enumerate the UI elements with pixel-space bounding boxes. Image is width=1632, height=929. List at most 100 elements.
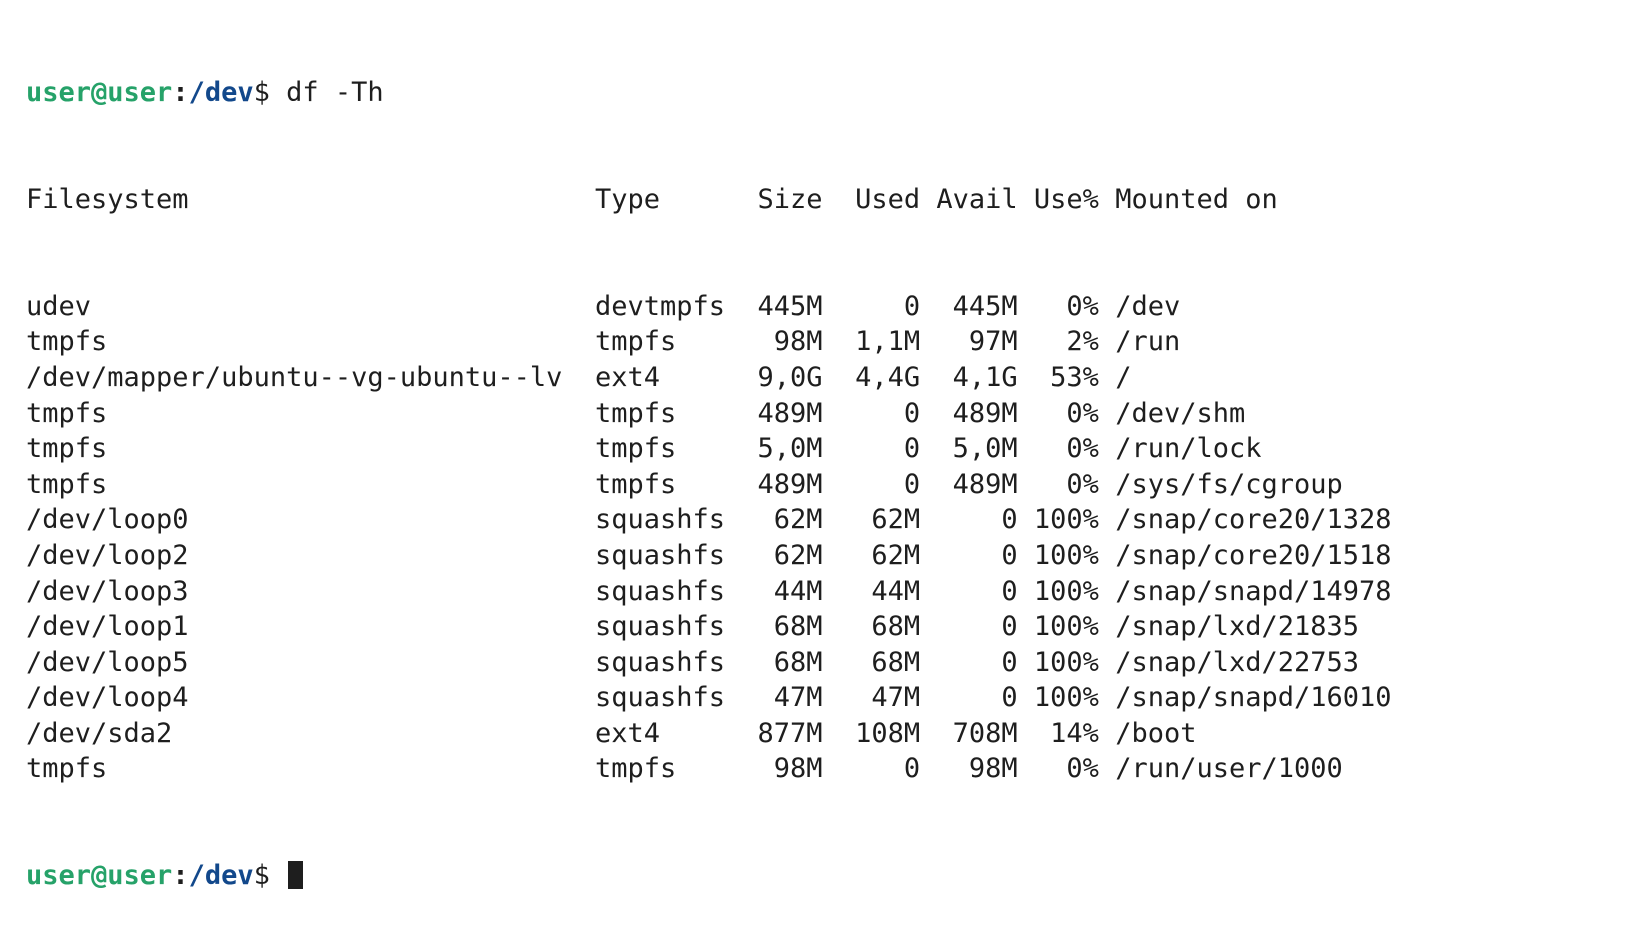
cell-filesystem: /dev/mapper/ubuntu--vg-ubuntu--lv <box>26 361 579 393</box>
prompt-colon: : <box>172 860 189 892</box>
cell-size: 877M <box>741 717 823 749</box>
cell-size: 62M <box>741 504 823 536</box>
cell-filesystem: /dev/loop3 <box>26 575 579 607</box>
cell-used: 0 <box>838 433 921 465</box>
cell-mounted-on: /snap/snapd/14978 <box>1115 575 1392 607</box>
cell-size: 47M <box>741 682 823 714</box>
cell-filesystem: tmpfs <box>26 326 579 358</box>
cell-size: 62M <box>741 539 823 571</box>
cell-mounted-on: /snap/core20/1328 <box>1115 504 1392 536</box>
header-size: Size <box>741 183 823 215</box>
cell-filesystem: /dev/loop5 <box>26 646 579 678</box>
command-text: df -Th <box>286 77 384 109</box>
active-prompt-line[interactable]: user@user:/dev$ <box>26 858 1392 894</box>
prompt-path: /dev <box>188 860 254 892</box>
header-filesystem: Filesystem <box>26 183 579 215</box>
cell-filesystem: tmpfs <box>26 468 579 500</box>
table-row: /dev/loop3 squashfs 44M 44M 0 100% /snap… <box>26 574 1392 610</box>
cell-type: squashfs <box>594 682 725 714</box>
cell-type: ext4 <box>594 361 725 393</box>
cell-use-pct: 0% <box>1033 468 1099 500</box>
cell-type: tmpfs <box>594 397 725 429</box>
cell-size: 9,0G <box>741 361 823 393</box>
cell-type: ext4 <box>594 717 725 749</box>
cell-used: 1,1M <box>838 326 921 358</box>
command-line: user@user:/dev$ df -Th <box>26 75 1392 111</box>
table-row: /dev/loop5 squashfs 68M 68M 0 100% /snap… <box>26 645 1392 681</box>
cell-mounted-on: /run/user/1000 <box>1115 753 1343 785</box>
cell-type: tmpfs <box>594 753 725 785</box>
cell-mounted-on: /sys/fs/cgroup <box>1115 468 1343 500</box>
cell-avail: 445M <box>936 290 1018 322</box>
table-row: /dev/loop1 squashfs 68M 68M 0 100% /snap… <box>26 609 1392 645</box>
cell-type: tmpfs <box>594 433 725 465</box>
cell-size: 489M <box>741 397 823 429</box>
cell-avail: 0 <box>936 539 1018 571</box>
cell-type: squashfs <box>594 539 725 571</box>
header-use-pct: Use% <box>1033 183 1099 215</box>
cell-used: 62M <box>838 539 921 571</box>
cell-type: tmpfs <box>594 326 725 358</box>
cell-used: 0 <box>838 397 921 429</box>
cell-use-pct: 100% <box>1033 682 1099 714</box>
prompt-user-host: user@user <box>26 77 173 109</box>
cell-size: 98M <box>741 753 823 785</box>
cell-avail: 489M <box>936 397 1018 429</box>
table-row: tmpfs tmpfs 5,0M 0 5,0M 0% /run/lock <box>26 431 1392 467</box>
cell-use-pct: 0% <box>1033 290 1099 322</box>
table-row: tmpfs tmpfs 98M 1,1M 97M 2% /run <box>26 324 1392 360</box>
df-table-body: udev devtmpfs 445M 0 445M 0% /dev tmpfs t… <box>26 289 1392 787</box>
cell-used: 62M <box>838 504 921 536</box>
cell-avail: 0 <box>936 504 1018 536</box>
cell-type: squashfs <box>594 504 725 536</box>
cell-size: 489M <box>741 468 823 500</box>
cell-used: 68M <box>838 611 921 643</box>
cell-size: 445M <box>741 290 823 322</box>
cell-use-pct: 100% <box>1033 539 1099 571</box>
cell-mounted-on: /run <box>1115 326 1181 358</box>
cell-mounted-on: / <box>1115 361 1132 393</box>
cell-filesystem: tmpfs <box>26 753 579 785</box>
header-type: Type <box>594 183 725 215</box>
cell-avail: 489M <box>936 468 1018 500</box>
cell-use-pct: 100% <box>1033 575 1099 607</box>
table-row: udev devtmpfs 445M 0 445M 0% /dev <box>26 289 1392 325</box>
table-row: /dev/loop0 squashfs 62M 62M 0 100% /snap… <box>26 502 1392 538</box>
table-row: /dev/sda2 ext4 877M 108M 708M 14% /boot <box>26 716 1392 752</box>
cell-filesystem: /dev/loop0 <box>26 504 579 536</box>
header-mounted-on: Mounted on <box>1115 183 1278 215</box>
cell-mounted-on: /dev <box>1115 290 1181 322</box>
cell-filesystem: tmpfs <box>26 397 579 429</box>
cell-size: 98M <box>741 326 823 358</box>
header-avail: Avail <box>936 183 1018 215</box>
cell-used: 0 <box>838 290 921 322</box>
cell-use-pct: 0% <box>1033 753 1099 785</box>
cell-use-pct: 53% <box>1033 361 1099 393</box>
cell-filesystem: /dev/sda2 <box>26 717 579 749</box>
cell-filesystem: /dev/loop1 <box>26 611 579 643</box>
cell-filesystem: /dev/loop4 <box>26 682 579 714</box>
cell-used: 47M <box>838 682 921 714</box>
cell-size: 68M <box>741 646 823 678</box>
cell-avail: 97M <box>936 326 1018 358</box>
cell-avail: 708M <box>936 717 1018 749</box>
table-row: tmpfs tmpfs 98M 0 98M 0% /run/user/1000 <box>26 751 1392 787</box>
cell-avail: 5,0M <box>936 433 1018 465</box>
cell-type: squashfs <box>594 611 725 643</box>
prompt-user-host: user@user <box>26 860 173 892</box>
cell-use-pct: 0% <box>1033 433 1099 465</box>
cell-used: 0 <box>838 753 921 785</box>
table-row: tmpfs tmpfs 489M 0 489M 0% /dev/shm <box>26 396 1392 432</box>
cell-use-pct: 0% <box>1033 397 1099 429</box>
prompt-path: /dev <box>188 77 254 109</box>
cell-used: 68M <box>838 646 921 678</box>
cell-used: 108M <box>838 717 921 749</box>
table-header: Filesystem Type Size Used Avail Use% Mou… <box>26 182 1392 218</box>
prompt-dollar: $ <box>253 77 270 109</box>
table-row: /dev/mapper/ubuntu--vg-ubuntu--lv ext4 9… <box>26 360 1392 396</box>
cell-filesystem: tmpfs <box>26 433 579 465</box>
cell-avail: 0 <box>936 682 1018 714</box>
cell-type: tmpfs <box>594 468 725 500</box>
cell-mounted-on: /snap/core20/1518 <box>1115 539 1392 571</box>
terminal-output[interactable]: user@user:/dev$ df -Th Filesystem Type S… <box>26 4 1392 929</box>
